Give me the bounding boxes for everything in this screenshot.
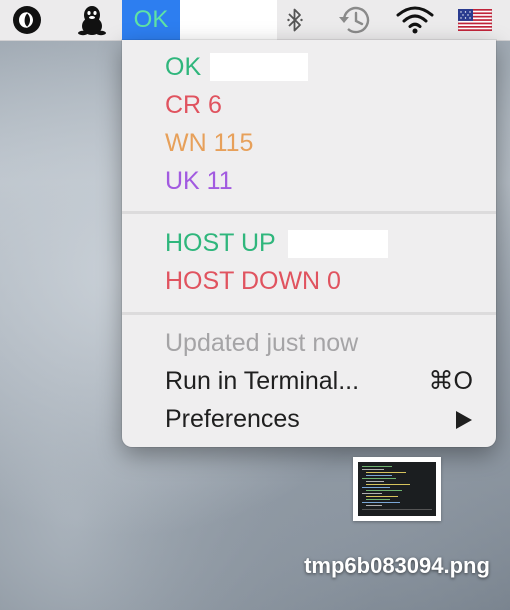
- redacted-block: [288, 230, 388, 258]
- redacted-block: [180, 0, 277, 40]
- submenu-arrow-icon: [456, 411, 472, 429]
- menu-item-updated: Updated just now: [165, 329, 359, 357]
- bluetooth-icon[interactable]: [282, 0, 308, 40]
- menu-separator: [122, 211, 496, 214]
- file-thumbnail-preview: [358, 462, 436, 516]
- status-dropdown-menu: OK CR 6 WN 115 UK 11 HOST UP HOST DOWN 0…: [122, 40, 496, 447]
- wifi-icon[interactable]: [394, 0, 436, 40]
- menu-item-unknown[interactable]: UK 11: [165, 166, 233, 196]
- menu-bar: OK: [0, 0, 510, 41]
- us-flag-icon[interactable]: [456, 0, 494, 40]
- time-machine-icon[interactable]: [334, 0, 374, 40]
- status-menu-item[interactable]: OK: [122, 0, 180, 40]
- run-in-terminal-shortcut: ⌘O: [428, 367, 473, 395]
- menu-item-ok[interactable]: OK: [165, 52, 201, 82]
- menu-item-preferences[interactable]: Preferences: [165, 404, 300, 434]
- app-circle-icon[interactable]: [10, 0, 44, 40]
- menu-item-run-in-terminal[interactable]: Run in Terminal...: [165, 366, 359, 396]
- status-label: OK: [133, 6, 169, 33]
- redacted-block: [210, 53, 308, 81]
- file-thumbnail[interactable]: [353, 457, 441, 521]
- menu-separator: [122, 312, 496, 315]
- file-name-label[interactable]: tmp6b083094.png: [300, 551, 494, 581]
- menu-item-warning[interactable]: WN 115: [165, 128, 253, 158]
- menu-item-host-up[interactable]: HOST UP: [165, 228, 276, 258]
- menu-item-host-down[interactable]: HOST DOWN 0: [165, 266, 341, 296]
- menu-item-critical[interactable]: CR 6: [165, 90, 222, 120]
- penguin-icon[interactable]: [74, 0, 110, 40]
